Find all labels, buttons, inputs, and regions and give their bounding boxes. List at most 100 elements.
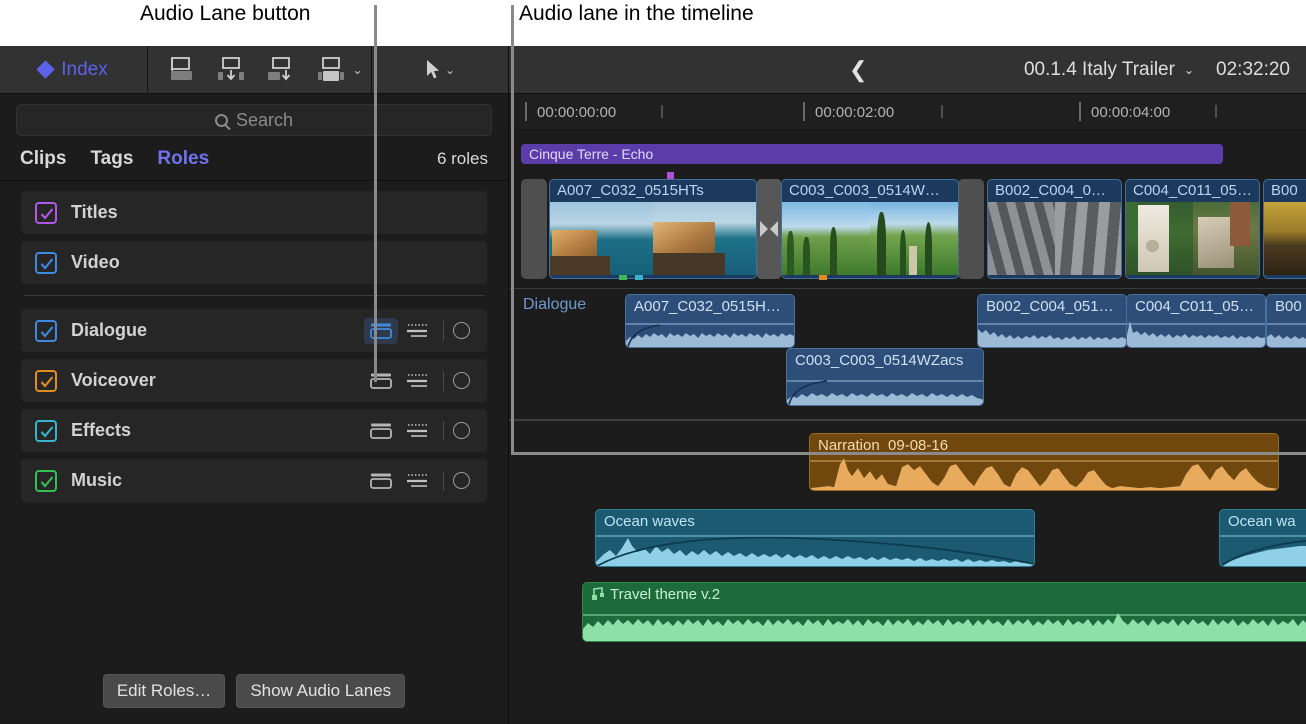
video-thumbnails (550, 202, 756, 275)
role-checkbox-video[interactable] (35, 252, 57, 274)
timeline-ruler[interactable]: 00:00:00:00 00:00:02:00 00:00:04:00 (509, 94, 1306, 130)
video-clip-c003[interactable]: C003_C003_0514W… (781, 179, 959, 279)
audio-lane-icon-dialogue[interactable] (364, 318, 398, 344)
audio-clip-dialogue-c004[interactable]: C004_C011_05… (1126, 294, 1266, 348)
role-row-video[interactable]: Video (21, 241, 487, 284)
roles-group-divider (23, 295, 485, 296)
audio-clip-label: C004_C011_05… (1127, 295, 1265, 315)
index-toolbar: Index (0, 46, 508, 94)
timeline-tracks[interactable]: Cinque Terre - Echo A007_C032_0515HTs (509, 130, 1306, 724)
role-label-dialogue: Dialogue (71, 320, 147, 341)
role-checkbox-voiceover[interactable] (35, 370, 57, 392)
audio-clip-ocean-waves-1[interactable]: Ocean waves (595, 509, 1035, 567)
overwrite-edit-button[interactable] (306, 48, 356, 92)
select-tool-button[interactable]: ⌄ (425, 59, 455, 81)
connect-edit-button[interactable] (156, 48, 206, 92)
back-chevron-icon[interactable]: ❮ (849, 57, 867, 83)
audio-levels-icon-voiceover[interactable] (398, 368, 438, 394)
role-row-voiceover[interactable]: Voiceover (21, 359, 487, 402)
tab-roles[interactable]: Roles (157, 148, 209, 170)
gap-clip[interactable] (521, 179, 547, 279)
waveform (810, 454, 1279, 490)
solo-circle-icon-voiceover[interactable] (453, 372, 470, 389)
role-row-dialogue[interactable]: Dialogue (21, 309, 487, 352)
ruler-tick-major (525, 102, 527, 121)
role-row-titles[interactable]: Titles (21, 191, 487, 234)
audio-levels-icon-music[interactable] (398, 468, 438, 494)
role-label-voiceover: Voiceover (71, 370, 156, 391)
video-clip-label: C004_C011_05… (1126, 180, 1259, 202)
waveform (787, 373, 984, 405)
role-controls-voiceover (364, 368, 470, 394)
index-button[interactable]: Index (39, 59, 107, 81)
video-clip-label: B002_C004_0… (988, 180, 1121, 202)
tab-clips[interactable]: Clips (20, 148, 66, 170)
role-checkbox-titles[interactable] (35, 202, 57, 224)
role-row-music[interactable]: Music (21, 459, 487, 502)
insert-edit-button[interactable] (206, 48, 256, 92)
audio-lane-icon-effects[interactable] (364, 418, 398, 444)
gap-clip[interactable] (958, 179, 984, 279)
callout-label-audio-lane-timeline: Audio lane in the timeline (519, 2, 754, 26)
role-row-effects[interactable]: Effects (21, 409, 487, 452)
ruler-tick-minor (661, 105, 663, 118)
audio-clip-dialogue-a007[interactable]: A007_C032_0515H… (625, 294, 795, 348)
cross-dissolve-icon (758, 218, 780, 240)
tab-tags[interactable]: Tags (90, 148, 133, 170)
project-name-menu[interactable]: 00.1.4 Italy Trailer ⌄ (1024, 59, 1194, 81)
transition-cross-dissolve[interactable] (757, 179, 781, 279)
search-placeholder: Search (236, 110, 293, 131)
audio-levels-icon-effects[interactable] (398, 418, 438, 444)
edit-roles-button[interactable]: Edit Roles… (103, 674, 225, 708)
video-clip-label: C003_C003_0514W… (782, 180, 958, 202)
solo-circle-icon-dialogue[interactable] (453, 322, 470, 339)
audio-clip-label: B00 (1267, 295, 1306, 315)
video-clip-b00[interactable]: B00 (1263, 179, 1306, 279)
search-section: Search (0, 94, 508, 142)
edit-menu-chevron-down-icon[interactable]: ⌄ (352, 63, 362, 77)
edit-buttons-section: ⌄ (148, 46, 372, 94)
audio-lane-icon-voiceover[interactable] (364, 368, 398, 394)
video-clip-label: B00 (1264, 180, 1306, 202)
roles-list: Titles Video Dialogue (0, 181, 508, 674)
index-bottom-bar: Edit Roles… Show Audio Lanes (0, 674, 508, 724)
role-checkbox-effects[interactable] (35, 420, 57, 442)
tool-chevron-down-icon[interactable]: ⌄ (445, 63, 455, 77)
audio-lane-icon-music[interactable] (364, 468, 398, 494)
audio-clip-dialogue-c003[interactable]: C003_C003_0514WZacs (786, 348, 984, 406)
project-duration-label: 02:32:20 (1216, 59, 1290, 81)
tool-section: ⌄ (372, 46, 508, 94)
index-button-section: Index (0, 46, 148, 94)
roles-count-label: 6 roles (437, 149, 488, 169)
video-clip-a007[interactable]: A007_C032_0515HTs (549, 179, 757, 279)
role-checkbox-music[interactable] (35, 470, 57, 492)
ruler-label-2: 00:00:02:00 (815, 104, 894, 121)
audio-clip-ocean-waves-2[interactable]: Ocean wa (1219, 509, 1306, 567)
solo-circle-icon-music[interactable] (453, 472, 470, 489)
role-controls-divider (443, 421, 444, 441)
audio-clip-travel-theme[interactable]: Travel theme v.2 (582, 582, 1306, 642)
ruler-tick-major (803, 102, 805, 121)
title-clip-cinque-terre[interactable]: Cinque Terre - Echo (521, 144, 1223, 164)
role-label-music: Music (71, 470, 122, 491)
ruler-tick-minor (941, 105, 943, 118)
audio-clip-label: Narration_09-08-16 (810, 434, 1278, 454)
solo-circle-icon-effects[interactable] (453, 422, 470, 439)
video-clip-label: A007_C032_0515HTs (550, 180, 756, 202)
audio-levels-icon-dialogue[interactable] (398, 318, 438, 344)
video-thumbnails (1264, 202, 1306, 275)
show-audio-lanes-button[interactable]: Show Audio Lanes (236, 674, 405, 708)
role-label-video: Video (71, 252, 120, 273)
audio-clip-label: Travel theme v.2 (610, 586, 720, 603)
role-checkbox-dialogue[interactable] (35, 320, 57, 342)
append-edit-button[interactable] (256, 48, 306, 92)
video-clip-c004[interactable]: C004_C011_05… (1125, 179, 1260, 279)
timeline-toolbar: ❮ 00.1.4 Italy Trailer ⌄ 02:32:20 (509, 46, 1306, 94)
audio-clip-dialogue-b00[interactable]: B00 (1266, 294, 1306, 348)
audio-clip-dialogue-b002[interactable]: B002_C004_051… (977, 294, 1127, 348)
video-clip-b002[interactable]: B002_C004_0… (987, 179, 1122, 279)
search-input[interactable]: Search (16, 104, 492, 136)
role-controls-music (364, 468, 470, 494)
audio-clip-narration[interactable]: Narration_09-08-16 (809, 433, 1279, 491)
timeline-index-panel: Index (0, 46, 509, 724)
